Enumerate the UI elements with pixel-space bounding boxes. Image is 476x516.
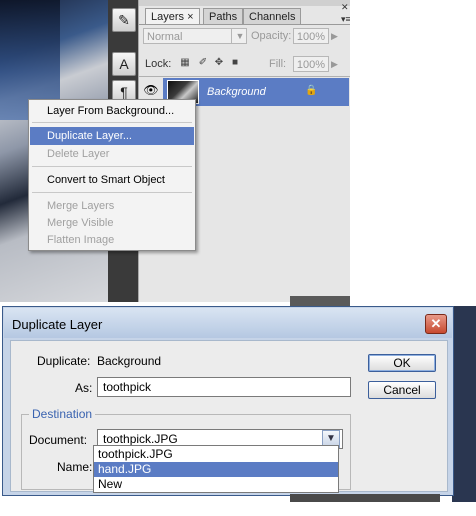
panel-divider [139, 76, 351, 77]
name-label: Name: [57, 460, 93, 474]
destination-label: Destination [29, 407, 96, 421]
dialog-title: Duplicate Layer [12, 317, 103, 332]
dropdown-option-selected[interactable]: hand.JPG [94, 462, 338, 477]
duplicate-label: Duplicate: [37, 354, 91, 368]
opacity-field[interactable]: 100% [293, 28, 329, 44]
blank-area [350, 0, 476, 302]
as-label: As: [75, 381, 93, 395]
dropdown-option[interactable]: toothpick.JPG [94, 447, 338, 462]
layer-name: Background [207, 86, 266, 98]
panel-close-icon[interactable]: ✕ [341, 2, 349, 13]
tab-paths[interactable]: Paths [203, 8, 244, 25]
document-label: Document: [29, 433, 88, 447]
tab-layers-label: Layers [151, 11, 185, 23]
dialog-title-bar[interactable]: Duplicate Layer [4, 308, 452, 338]
menu-item-merge-visible[interactable]: Merge Visible [30, 214, 194, 232]
lock-position-icon[interactable]: ✥ [213, 57, 225, 69]
menu-item-layer-from-background[interactable]: Layer From Background... [30, 102, 194, 120]
menu-item-convert-smart-object[interactable]: Convert to Smart Object [30, 171, 194, 189]
document-dropdown-list: toothpick.JPG hand.JPG New [93, 445, 339, 493]
layer-lock-icon: 🔒 [305, 85, 318, 96]
panel-bottom-bar [290, 296, 350, 306]
duplicate-value: Background [97, 354, 162, 368]
cancel-button[interactable]: Cancel [368, 381, 436, 399]
background-edge [452, 306, 476, 502]
menu-item-flatten-image[interactable]: Flatten Image [30, 231, 194, 249]
panel-top-bar [139, 0, 351, 6]
lock-transparent-icon[interactable]: ▦ [179, 57, 191, 69]
opacity-arrow-icon[interactable]: ▶ [331, 28, 343, 44]
tab-paths-label: Paths [209, 11, 238, 23]
background-edge [290, 494, 440, 502]
tab-channels-label: Channels [249, 11, 296, 23]
fill-label: Fill: [269, 58, 287, 70]
chevron-down-icon[interactable]: ▼ [231, 28, 248, 44]
dropdown-option[interactable]: New [94, 477, 338, 492]
tab-close-icon[interactable]: × [187, 11, 193, 23]
opacity-label: Opacity: [251, 30, 292, 42]
fill-arrow-icon[interactable]: ▶ [331, 56, 343, 72]
as-input[interactable]: toothpick [97, 377, 351, 397]
context-menu: Layer From Background... Duplicate Layer… [28, 99, 196, 251]
ok-button[interactable]: OK [368, 354, 436, 372]
lock-all-icon[interactable]: ■ [229, 57, 241, 69]
fill-field[interactable]: 100% [293, 56, 329, 72]
eye-icon[interactable]: 👁 [143, 82, 159, 98]
menu-separator [32, 122, 192, 123]
menu-item-delete-layer[interactable]: Delete Layer [30, 145, 194, 163]
close-icon[interactable]: ✕ [425, 314, 447, 334]
tab-channels[interactable]: Channels [243, 8, 302, 25]
brush-tool-icon[interactable]: ✎ [112, 8, 136, 32]
type-tool-icon[interactable]: A [112, 52, 136, 76]
lock-label: Lock: [145, 58, 172, 70]
menu-separator [32, 166, 192, 167]
menu-item-merge-layers[interactable]: Merge Layers [30, 197, 194, 215]
menu-item-duplicate-layer[interactable]: Duplicate Layer... [30, 127, 194, 145]
tab-layers[interactable]: Layers × [145, 8, 200, 25]
tab-divider [139, 24, 351, 25]
menu-separator [32, 192, 192, 193]
lock-image-icon[interactable]: ✐ [197, 57, 209, 69]
